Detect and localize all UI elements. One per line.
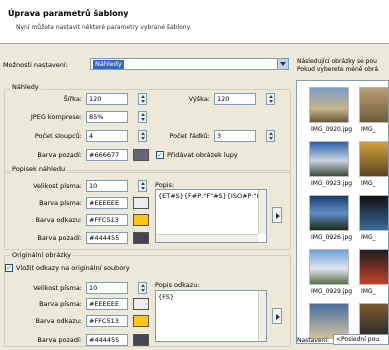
original-odkazu-label: Barva odkazu: [35,317,82,325]
sloupcu-input[interactable]: 4 [86,130,128,142]
vyska-label: Výška: [188,95,210,103]
popisek-pismo-input[interactable]: #EEEEEE [86,197,128,209]
popisek-popis-text: {ET#S}{F#P:"F"#S}{ISO#P:"IS [158,192,263,200]
popisek-velikost-label: Velikost písma: [33,182,82,190]
popisek-popis-textarea[interactable]: {ET#S}{F#P:"F"#S}{ISO#P:"IS [155,189,267,243]
settings-select-value: Náhledy [93,60,124,69]
thumbnail-caption: IMG_0929.jpg [311,288,353,295]
nahledy-pozadi-swatch[interactable] [133,149,149,161]
radku-label: Počet řádků: [169,132,210,140]
vyska-spinner[interactable] [266,93,275,105]
lupa-label: Přidávat obrázek lupy [167,151,238,159]
original-odkazu-input[interactable]: #FFC513 [86,315,128,327]
original-popis-label: Popis odkazu: [155,281,200,289]
popisek-vscroll[interactable] [258,190,266,234]
thumbnail-image[interactable] [309,141,349,177]
original-popis-textarea[interactable]: {FS} [155,290,267,342]
original-vscroll[interactable] [258,291,266,341]
original-velikost-input[interactable]: 10 [86,282,128,294]
page-subtitle: Nyní můžete nastavit některé parametry v… [16,24,192,31]
popisek-pozadi-input[interactable]: #444455 [86,232,128,244]
lupa-checkbox[interactable]: ✓ [156,151,164,159]
settings-select[interactable]: Náhledy [90,58,289,70]
thumbnail-caption: IMG_0926.jpg [311,234,353,241]
popisek-velikost-input[interactable]: 10 [86,180,128,192]
thumbnail-image[interactable] [359,141,388,177]
original-velikost-label: Velikost písma: [33,284,82,292]
triangle-right-icon [276,314,280,320]
radku-spinner[interactable] [266,130,275,142]
thumbnail-caption: IMG_ [361,180,376,187]
original-insert-button[interactable] [272,308,282,324]
nahledy-pozadi-label: Barva pozadí: [37,151,82,159]
thumbnail-caption: IMG_ [361,234,376,241]
vyska-input[interactable]: 120 [214,93,256,105]
sirka-input[interactable]: 120 [86,93,128,105]
popisek-odkazu-input[interactable]: #FFC513 [86,214,128,226]
sloupcu-spinner[interactable] [138,130,147,142]
radku-input[interactable]: 3 [214,130,256,142]
original-odkazu-swatch[interactable] [133,315,149,327]
group-nahledy-title: Náhledy [10,83,41,91]
popisek-odkazu-label: Barva odkazu: [35,216,82,224]
original-pozadi-input[interactable]: #444455 [86,334,128,346]
page-title: Úprava parametrů šablony [8,9,129,18]
thumbnail-caption: IMG_0923.jpg [311,180,353,187]
thumbnail-caption: IMG_ [361,126,376,133]
preview-info-line2: Pokud vyberete méně obrá [297,66,379,73]
jpeg-input[interactable]: 85% [86,111,128,123]
popisek-odkazu-swatch[interactable] [133,214,149,226]
original-pismo-input[interactable]: #EEEEEE [86,298,128,310]
popisek-hscroll[interactable] [156,234,258,242]
original-popis-text: {FS} [158,293,175,301]
chevron-down-icon[interactable] [277,59,288,69]
nastaveni-select[interactable]: <Poslední pou [333,334,389,345]
preview-info-line1: Následující obrázky se pou [297,58,377,65]
original-pozadi-label: Barva pozadí: [37,336,82,344]
popisek-popis-label: Popis: [155,181,175,189]
thumbnail-caption: IMG_0920.jpg [311,126,353,133]
thumbnail-image[interactable] [359,87,388,123]
thumbnail-image[interactable] [309,87,349,123]
jpeg-label: JPEG komprese: [30,113,82,121]
wizard-header: Úprava parametrů šablony Nyní můžete nas… [0,0,389,44]
sloupcu-label: Počet sloupců: [34,132,82,140]
thumbnail-image[interactable] [359,249,388,285]
jpeg-spinner[interactable] [138,111,147,123]
popisek-insert-button[interactable] [272,207,282,223]
thumbnail-caption: IMG_ [361,288,376,295]
popisek-pozadi-label: Barva pozadí: [37,234,82,242]
original-pozadi-swatch[interactable] [133,334,149,346]
group-popisek-title: Popisek náhledu [10,165,68,173]
settings-label: Možnosti nastavení: [3,61,68,69]
thumbnail-image[interactable] [359,195,388,231]
thumbnail-image[interactable] [309,195,349,231]
vlozit-label: Vložit odkazy na originální soubory [16,264,130,272]
nahledy-pozadi-input[interactable]: #666677 [86,149,128,161]
original-pismo-label: Barva písma: [39,300,82,308]
group-original-title: Originální obrázky [10,251,73,259]
popisek-pismo-label: Barva písma: [39,199,82,207]
nastaveni-label: Nastavení: [297,337,330,344]
popisek-pismo-swatch[interactable] [133,197,149,209]
popisek-pozadi-swatch[interactable] [133,232,149,244]
thumbnail-image[interactable] [309,249,349,285]
sirka-spinner[interactable] [138,93,147,105]
vlozit-checkbox[interactable]: ✓ [5,264,13,272]
sirka-label: Šířka: [63,95,82,103]
original-velikost-spinner[interactable] [138,282,147,294]
original-pismo-swatch[interactable] [133,298,149,310]
popisek-velikost-spinner[interactable] [138,180,147,192]
preview-thumbnail-list[interactable]: IMG_0920.jpg IMG_ IMG_0923.jpg IMG_ IMG_… [296,80,389,344]
triangle-right-icon [276,213,280,219]
